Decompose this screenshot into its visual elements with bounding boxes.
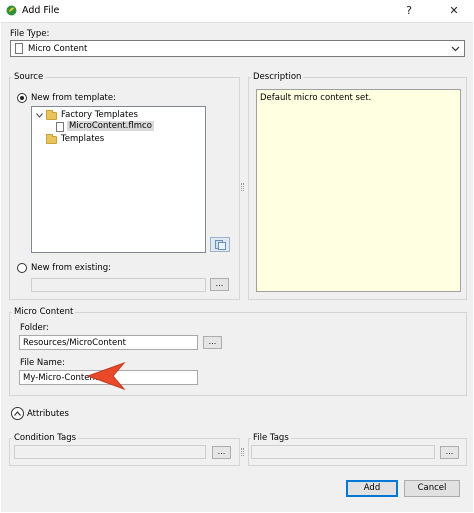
micro-content-group-title: Micro Content: [12, 307, 76, 317]
window-title: Add File: [22, 5, 60, 16]
new-from-template-label: New from template:: [31, 93, 116, 103]
tree-item-factory-templates[interactable]: Factory Templates: [61, 110, 138, 120]
document-icon: [15, 43, 23, 54]
add-button[interactable]: Add: [346, 480, 398, 497]
tree-item-micro-content[interactable]: MicroContent.flmco: [67, 121, 154, 131]
description-group-title: Description: [251, 72, 304, 82]
new-from-existing-label: New from existing:: [31, 263, 111, 273]
file-tags-browse-button[interactable]: ...: [440, 446, 459, 459]
callout-arrow-icon: [86, 361, 126, 391]
existing-file-browse-button[interactable]: ...: [210, 278, 229, 291]
condition-tags-input[interactable]: [14, 445, 206, 459]
template-tree[interactable]: Factory Templates MicroContent.flmco Tem…: [31, 106, 206, 253]
file-tags-title: File Tags: [251, 433, 291, 443]
folder-icon: [46, 110, 57, 120]
chevron-up-icon: [14, 411, 21, 416]
title-bar: Add File ? ✕: [0, 0, 474, 22]
micro-content-file-icon: [56, 122, 64, 132]
template-manager-icon: [215, 240, 226, 250]
file-type-label: File Type:: [10, 29, 50, 39]
condition-tags-browse-button[interactable]: ...: [212, 446, 231, 459]
file-tags-input[interactable]: [251, 445, 435, 459]
help-button[interactable]: ?: [395, 2, 423, 20]
description-text: Default micro content set.: [260, 93, 372, 103]
file-type-value: Micro Content: [28, 44, 88, 54]
tree-expand-icon[interactable]: [36, 113, 43, 118]
folder-input[interactable]: Resources/MicroContent: [19, 335, 198, 350]
folder-icon: [46, 134, 57, 144]
folder-browse-button[interactable]: ...: [203, 336, 222, 349]
file-type-dropdown[interactable]: Micro Content: [10, 40, 465, 57]
tree-item-templates[interactable]: Templates: [61, 134, 104, 144]
splitter-grip[interactable]: [241, 448, 244, 456]
condition-tags-title: Condition Tags: [12, 433, 79, 443]
splitter-grip[interactable]: [241, 183, 244, 191]
attributes-label[interactable]: Attributes: [27, 409, 69, 419]
file-name-label: File Name:: [20, 358, 65, 368]
cancel-button[interactable]: Cancel: [404, 480, 460, 497]
close-button[interactable]: ✕: [440, 2, 468, 20]
chevron-down-icon: [451, 46, 460, 52]
source-group-title: Source: [12, 72, 46, 82]
app-logo-icon: [6, 5, 17, 16]
attributes-toggle[interactable]: [11, 407, 24, 420]
existing-file-input[interactable]: [31, 278, 206, 292]
description-box: Default micro content set.: [256, 89, 461, 292]
folder-label: Folder:: [20, 323, 49, 333]
new-from-existing-radio[interactable]: [17, 263, 27, 273]
manage-templates-button[interactable]: [210, 237, 230, 252]
new-from-template-radio[interactable]: [17, 93, 27, 103]
